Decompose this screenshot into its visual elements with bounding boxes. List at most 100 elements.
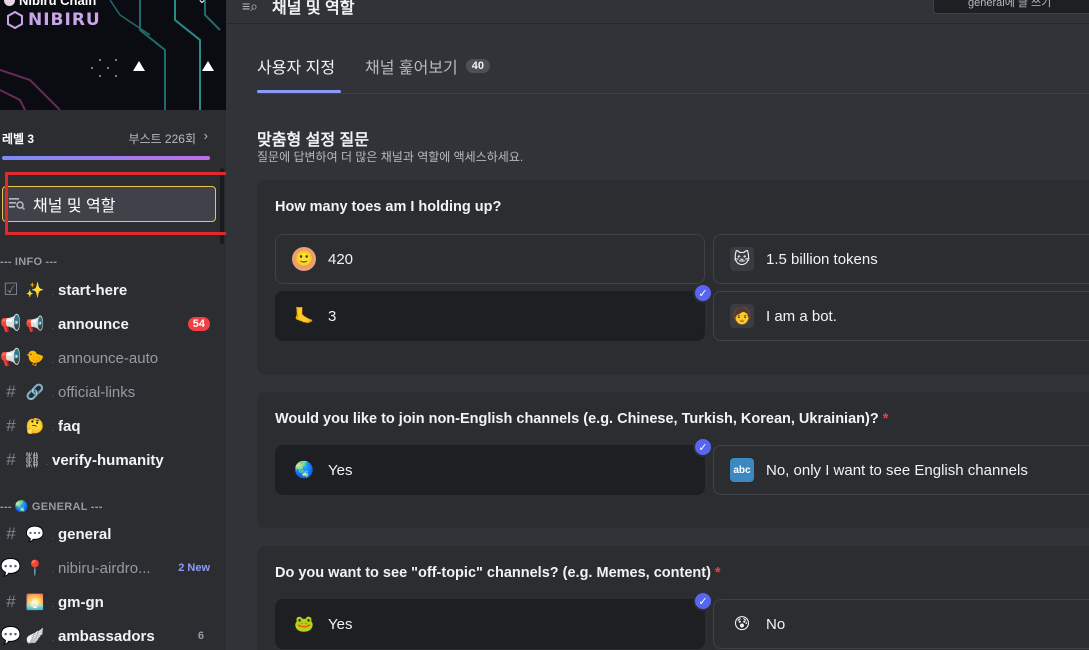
channel-faq[interactable]: # 🤔 ׅ faq (0, 410, 220, 442)
server-icon (4, 0, 15, 6)
option-3[interactable]: 🦶 3 (275, 291, 705, 341)
active-tab-indicator (257, 90, 341, 93)
hash-icon: # (6, 382, 16, 401)
question-card: Do you want to see "off-topic" channels?… (257, 546, 1089, 650)
channel-general[interactable]: # 💬 ׅ general (0, 518, 220, 550)
highlight-box (5, 172, 226, 235)
required-asterisk: * (714, 565, 721, 581)
selected-check-icon: ✓ (693, 283, 713, 303)
tab-label: 채널 훑어보기 (365, 60, 458, 77)
announcement-channel-icon: 📢 (0, 348, 22, 367)
mention-badge: 54 (187, 317, 210, 331)
channel-announce[interactable]: 📢 📢 ׅ announce 54 (0, 308, 220, 340)
composer-shortcut-text: general에 글 쓰기 (968, 0, 1052, 9)
option-yes[interactable]: 🌏 Yes (275, 445, 705, 495)
chevron-down-icon[interactable]: ⌄ (197, 0, 207, 6)
forum-channel-icon: 💬 (0, 558, 22, 577)
channel-name: nibiru-airdro... (58, 559, 151, 577)
thinking-face-icon: 🤔 (25, 418, 45, 435)
boost-level-row[interactable]: 레벨 3 부스트 226회 › (2, 128, 208, 146)
option-no[interactable]: 😰 No (713, 599, 1089, 649)
sunrise-icon: 🌅 (25, 594, 45, 611)
foot-emoji-icon: 🦶 (294, 308, 314, 325)
megaphone-icon: 📢 (25, 316, 45, 333)
link-icon: 🔗 (25, 384, 45, 401)
question-card: Would you like to join non-English chann… (257, 392, 1089, 528)
option-no-english-only[interactable]: abc No, only I want to see English chann… (713, 445, 1089, 495)
option-label: 420 (328, 250, 354, 268)
option-label: Yes (328, 615, 353, 633)
tab-bar: 사용자 지정 채널 훑어보기 40 (257, 50, 1089, 94)
channel-name: announce (58, 315, 129, 333)
hash-icon: # (6, 524, 16, 543)
channel-verify-humanity[interactable]: # ⛓ ׅ verify-humanity (0, 444, 220, 476)
tab-label: 사용자 지정 (257, 60, 336, 77)
section-title: 맞춤형 설정 질문 (257, 132, 369, 149)
channel-name: ambassadors (58, 627, 155, 645)
channel-name: general (58, 525, 112, 543)
main-panel: ≡⌕ 채널 및 역할 general에 글 쓰기 사용자 지정 채널 훑어보기 … (226, 0, 1089, 650)
boost-progress-bar (2, 156, 210, 160)
nibiru-hexagon-icon (7, 11, 23, 29)
channel-name: faq (58, 417, 81, 435)
new-posts-badge: 2 New (178, 562, 210, 574)
sparkles-icon: ✨ (25, 282, 45, 299)
forum-channel-icon: 💬 (0, 626, 22, 645)
question-card: How many toes am I holding up? 🙂 420 🐱 1… (257, 180, 1089, 375)
server-name[interactable]: Nibiru Chain (4, 0, 96, 8)
channel-gm-gn[interactable]: # 🌅 ׅ gm-gn (0, 586, 220, 618)
option-label: No (766, 615, 786, 633)
category-label: INFO (14, 256, 43, 268)
composer-shortcut[interactable]: general에 글 쓰기 (933, 0, 1089, 14)
channel-count-badge: 40 (465, 59, 491, 73)
hash-icon: # (6, 416, 16, 435)
channel-header: ≡⌕ 채널 및 역할 general에 글 쓰기 (226, 0, 1089, 24)
wing-icon: 🪽 (25, 628, 45, 645)
chevron-right-icon: › (203, 128, 208, 143)
cat-emoji-icon: 🐱 (730, 247, 754, 271)
header-title: 채널 및 역할 (272, 0, 355, 17)
option-label: No, only I want to see English channels (766, 461, 1028, 479)
channel-name: gm-gn (58, 593, 104, 611)
channel-nibiru-airdrop[interactable]: 💬 📍 ׅ nibiru-airdro... 2 New (0, 552, 220, 584)
option-1-5-billion-tokens[interactable]: 🐱 1.5 billion tokens (713, 234, 1089, 284)
tab-browse-channels[interactable]: 채널 훑어보기 40 (365, 54, 491, 78)
server-level: 레벨 3 (2, 132, 35, 146)
option-i-am-a-bot[interactable]: 🧑 I am a bot. (713, 291, 1089, 341)
question-text: Do you want to see "off-topic" channels?… (275, 565, 721, 581)
question-text: Would you like to join non-English chann… (275, 411, 889, 427)
section-subtitle: 질문에 답변하여 더 많은 채널과 역할에 액세스하세요. (257, 150, 524, 164)
channel-start-here[interactable]: ☑ ✨ ׅ start-here (0, 274, 220, 306)
chick-icon: 🐤 (25, 350, 45, 367)
option-label: Yes (328, 461, 353, 479)
channel-ambassadors[interactable]: 💬 🪽 ׅ ambassadors 6 (0, 620, 220, 650)
option-label: I am a bot. (766, 307, 837, 325)
triangle-decoration (202, 61, 214, 71)
boost-count: 부스트 226회 (128, 132, 196, 146)
channel-official-links[interactable]: # 🔗 ׅ official-links (0, 376, 220, 408)
option-yes[interactable]: 🐸 Yes (275, 599, 705, 649)
globe-emoji-icon: 🌏 (294, 462, 314, 479)
globe-icon: 🌏 (14, 501, 29, 513)
category-general[interactable]: --- 🌏 GENERAL --- (0, 500, 103, 514)
hash-icon: # (6, 450, 16, 469)
option-label: 3 (328, 307, 337, 325)
channel-announce-auto[interactable]: 📢 🐤 ׅ announce-auto (0, 342, 220, 374)
tab-customize[interactable]: 사용자 지정 (257, 54, 335, 78)
category-info[interactable]: --- INFO --- (0, 256, 57, 268)
server-sidebar: Nibiru Chain ⌄ NIBIRU 레벨 3 부스트 226회 › 채널… (0, 0, 226, 650)
channel-name: announce-auto (58, 349, 159, 367)
brand-text: NIBIRU (28, 10, 101, 30)
server-banner[interactable]: Nibiru Chain ⌄ NIBIRU (0, 0, 226, 110)
announcement-channel-icon: 📢 (0, 314, 22, 333)
triangle-decoration (133, 61, 145, 71)
face-emoji-icon: 🙂 (292, 247, 316, 271)
hash-icon: # (6, 592, 16, 611)
selected-check-icon: ✓ (693, 437, 713, 457)
channel-name: verify-humanity (52, 451, 164, 469)
required-asterisk: * (882, 411, 889, 427)
option-420[interactable]: 🙂 420 (275, 234, 705, 284)
frog-emoji-icon: 🐸 (294, 616, 314, 633)
anxious-face-icon: 😰 (733, 616, 751, 633)
rules-channel-icon: ☑ (3, 280, 19, 299)
